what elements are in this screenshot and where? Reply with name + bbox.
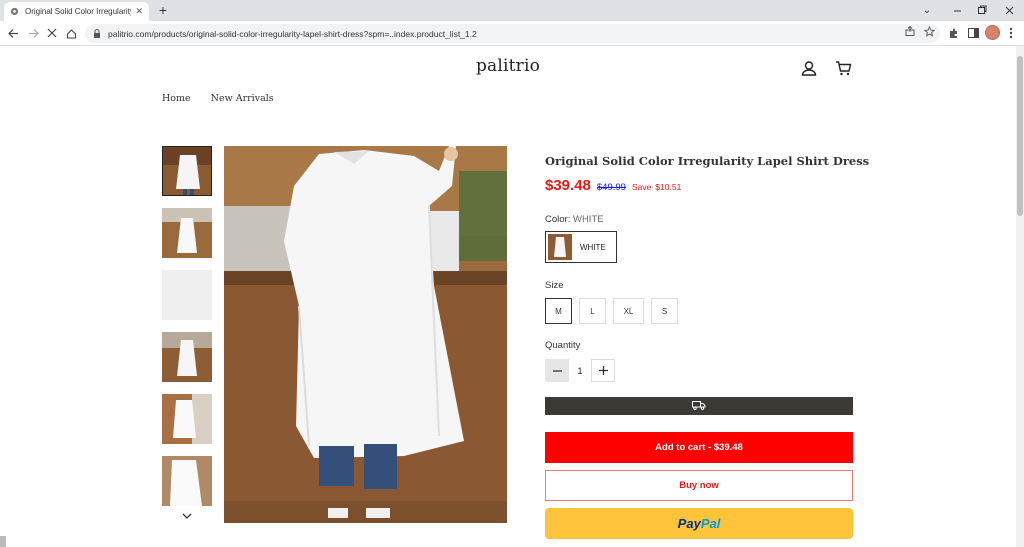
thumbnail-strip	[162, 146, 212, 524]
product-thumbnail[interactable]	[162, 394, 212, 444]
paypal-logo-pal: Pal	[700, 516, 721, 531]
bookmark-star-icon[interactable]	[923, 25, 935, 37]
quantity-decrease-button[interactable]	[545, 359, 569, 382]
chevron-down-icon	[182, 506, 192, 524]
shipping-info-bar	[545, 397, 853, 415]
buy-now-button[interactable]: Buy now	[545, 470, 853, 501]
color-swatch-label: WHITE	[580, 242, 606, 252]
color-selected-value: WHITE	[572, 214, 604, 225]
stop-loading-icon[interactable]	[45, 26, 59, 40]
shopping-cart-icon[interactable]	[834, 59, 852, 77]
extensions-puzzle-icon[interactable]	[946, 26, 960, 40]
add-to-cart-button[interactable]: Add to cart - $39.48	[545, 432, 853, 463]
scrollbar-thumb[interactable]	[1017, 56, 1023, 216]
profile-avatar[interactable]	[985, 25, 1000, 40]
browser-menu-kebab-icon[interactable]	[1004, 26, 1018, 40]
share-icon[interactable]	[904, 25, 916, 37]
store-logo[interactable]: palitrio	[0, 56, 1016, 76]
restore-icon[interactable]	[975, 3, 989, 17]
address-bar[interactable]: palitrio.com/products/original-solid-col…	[85, 24, 940, 43]
tab-title: Original Solid Color Irregularity Lapel …	[25, 7, 132, 16]
compare-at-price: $49.99	[596, 182, 626, 193]
color-option-label: Color: WHITE	[545, 214, 604, 225]
account-user-icon[interactable]	[800, 59, 818, 77]
size-options: M L XL S	[545, 298, 678, 324]
main-nav: Home New Arrivals	[162, 93, 274, 104]
lock-icon[interactable]	[93, 29, 102, 38]
product-page: palitrio Home New Arrivals Original Soli…	[0, 46, 1016, 547]
size-option-l[interactable]: L	[579, 298, 606, 324]
size-option-xl[interactable]: XL	[613, 298, 644, 324]
save-amount: $10.51	[655, 182, 682, 192]
color-swatch-white[interactable]: WHITE	[545, 231, 617, 263]
quantity-label: Quantity	[545, 340, 581, 351]
nav-new-arrivals[interactable]: New Arrivals	[211, 93, 274, 104]
color-swatch-image	[548, 234, 572, 260]
minimize-icon[interactable]	[950, 3, 964, 17]
size-option-m[interactable]: M	[545, 298, 572, 324]
save-text: Save	[631, 182, 652, 192]
nav-home[interactable]: Home	[162, 93, 191, 104]
color-label: Color:	[545, 214, 571, 225]
plus-icon	[598, 366, 608, 375]
product-thumbnail[interactable]	[162, 146, 212, 196]
product-thumbnail[interactable]	[162, 332, 212, 382]
minus-icon	[552, 369, 562, 372]
back-arrow-icon[interactable]	[6, 26, 20, 40]
browser-tab-strip: Original Solid Color Irregularity Lapel …	[0, 0, 1024, 21]
window-close-icon[interactable]	[1002, 3, 1016, 17]
home-icon[interactable]	[64, 26, 78, 40]
new-tab-button[interactable]: +	[156, 2, 170, 18]
tab-search-chevron-down-icon[interactable]: ⌄	[920, 3, 934, 17]
product-thumbnail[interactable]	[162, 208, 212, 258]
tab-close-icon[interactable]: ✕	[135, 6, 143, 17]
url-text[interactable]: palitrio.com/products/original-solid-col…	[108, 29, 477, 39]
quantity-stepper: 1	[545, 359, 615, 382]
paypal-button[interactable]: Pay Pal	[545, 508, 853, 539]
sale-price: $39.48	[545, 177, 591, 194]
delivery-truck-icon	[692, 397, 706, 415]
paypal-logo-pay: Pay	[677, 516, 701, 531]
browser-toolbar: palitrio.com/products/original-solid-col…	[0, 21, 1024, 46]
browser-tab[interactable]: Original Solid Color Irregularity Lapel …	[4, 2, 149, 21]
product-thumbnail[interactable]	[162, 270, 212, 320]
forward-arrow-icon[interactable]	[26, 26, 40, 40]
size-option-s[interactable]: S	[651, 298, 678, 324]
price-row: $39.48 $49.99 Save $10.51	[545, 177, 681, 194]
save-label: Save $10.51	[632, 182, 681, 192]
quantity-value[interactable]: 1	[569, 359, 591, 382]
product-title: Original Solid Color Irregularity Lapel …	[545, 154, 870, 168]
page-corner-marker	[0, 536, 6, 547]
page-scrollbar[interactable]	[1016, 46, 1024, 547]
quantity-increase-button[interactable]	[591, 359, 615, 382]
site-favicon-icon	[10, 7, 19, 16]
main-product-image	[224, 146, 507, 523]
thumbnail-scroll-down-button[interactable]	[162, 507, 212, 523]
size-label: Size	[545, 280, 564, 291]
product-thumbnail[interactable]	[162, 456, 212, 506]
side-panel-icon[interactable]	[966, 26, 980, 40]
